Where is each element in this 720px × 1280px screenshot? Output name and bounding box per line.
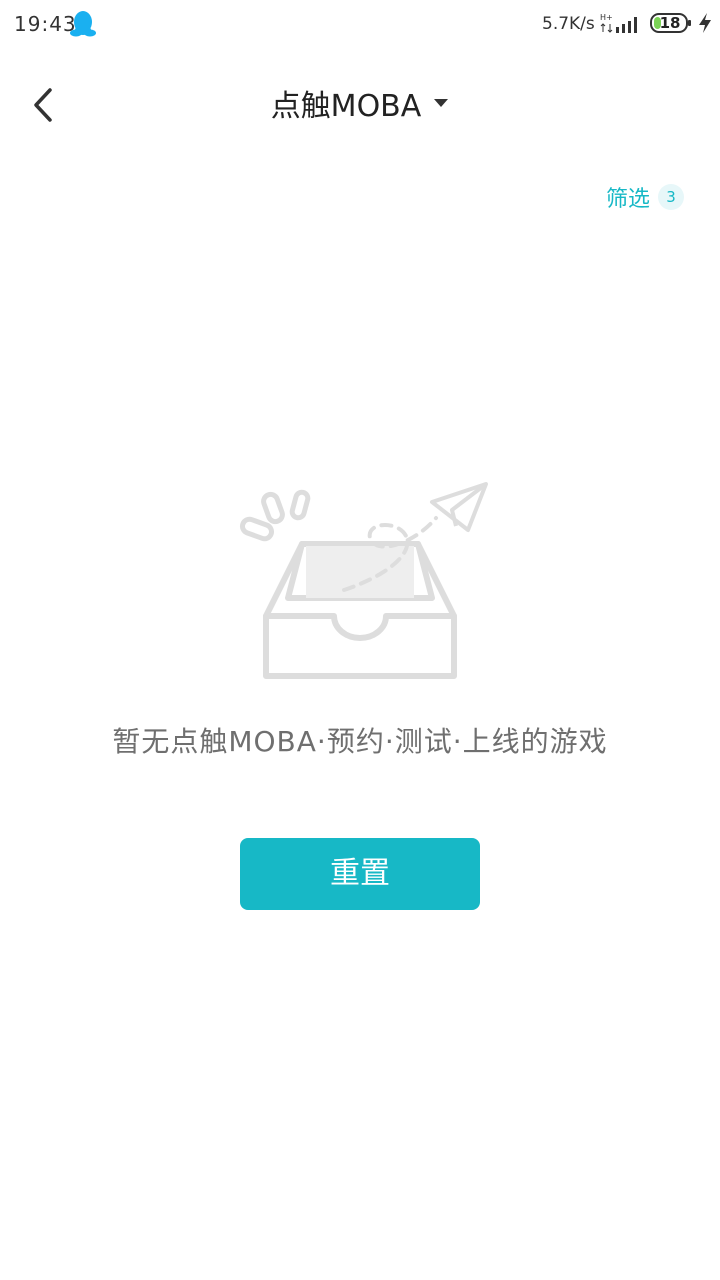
charging-icon (699, 13, 711, 33)
header: 点触MOBA (0, 60, 720, 150)
page-title: 点触MOBA (270, 89, 422, 124)
chevron-left-icon (34, 88, 52, 122)
status-time: 19:43 (14, 12, 77, 36)
back-button[interactable] (22, 82, 68, 128)
caret-down-icon (434, 99, 449, 107)
reset-button[interactable]: 重置 (240, 838, 480, 910)
signal-icon (616, 17, 637, 33)
screen: 19:43 5.7K/s H+ 18 点触MOBA 筛选 3 暂无点触MOBA·… (0, 0, 720, 1280)
qq-penguin-icon (70, 11, 96, 37)
svg-text:H+: H+ (600, 13, 613, 22)
filter-label: 筛选 (606, 187, 651, 212)
category-dropdown[interactable]: 点触MOBA (240, 80, 480, 126)
empty-state-message: 暂无点触MOBA·预约·测试·上线的游戏 (112, 725, 608, 758)
empty-inbox-icon (239, 482, 488, 679)
network-type-icon: H+ (600, 13, 613, 33)
filter-button[interactable]: 筛选 3 (606, 182, 685, 212)
battery-level: 18 (659, 14, 681, 32)
network-speed: 5.7K/s (542, 14, 595, 34)
filter-count-badge: 3 (658, 184, 685, 210)
status-bar: 19:43 5.7K/s H+ 18 (0, 0, 720, 50)
battery-indicator: 18 (650, 13, 692, 33)
